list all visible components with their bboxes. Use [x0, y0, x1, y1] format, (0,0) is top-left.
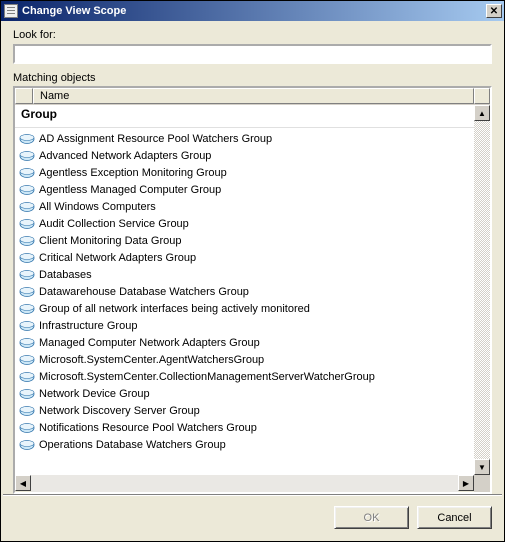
look-for-label: Look for:	[13, 29, 492, 41]
list-item[interactable]: Databases	[15, 266, 490, 283]
list-item-label: Group of all network interfaces being ac…	[39, 303, 310, 315]
list-item[interactable]: Network Discovery Server Group	[15, 402, 490, 419]
list-item[interactable]: Agentless Exception Monitoring Group	[15, 164, 490, 181]
group-icon	[19, 422, 35, 434]
list-item-label: Notifications Resource Pool Watchers Gro…	[39, 422, 257, 434]
list-item[interactable]: Microsoft.SystemCenter.AgentWatchersGrou…	[15, 351, 490, 368]
window-title: Change View Scope	[22, 5, 486, 17]
scrollbar-corner	[474, 475, 490, 492]
scroll-right-button[interactable]: ▶	[458, 475, 474, 491]
app-icon	[4, 4, 18, 18]
list-item[interactable]: Managed Computer Network Adapters Group	[15, 334, 490, 351]
group-icon	[19, 252, 35, 264]
matching-objects-label: Matching objects	[13, 72, 492, 84]
column-header-spacer	[474, 88, 490, 104]
list-item[interactable]: Notifications Resource Pool Watchers Gro…	[15, 419, 490, 436]
list-item[interactable]: Network Device Group	[15, 385, 490, 402]
list-item[interactable]: Audit Collection Service Group	[15, 215, 490, 232]
rows-container: AD Assignment Resource Pool Watchers Gro…	[15, 130, 490, 453]
list-item-label: Microsoft.SystemCenter.CollectionManagem…	[39, 371, 375, 383]
group-icon	[19, 303, 35, 315]
group-icon	[19, 388, 35, 400]
scroll-left-button[interactable]: ◀	[15, 475, 31, 491]
list-item[interactable]: AD Assignment Resource Pool Watchers Gro…	[15, 130, 490, 147]
list-item-label: All Windows Computers	[39, 201, 156, 213]
list-item-label: Databases	[39, 269, 92, 281]
group-icon	[19, 218, 35, 230]
list-item[interactable]: All Windows Computers	[15, 198, 490, 215]
list-item-label: Audit Collection Service Group	[39, 218, 189, 230]
group-icon	[19, 405, 35, 417]
group-icon	[19, 371, 35, 383]
column-header-name[interactable]: Name	[33, 88, 474, 104]
list-item[interactable]: Client Monitoring Data Group	[15, 232, 490, 249]
group-icon	[19, 269, 35, 281]
close-icon: ✕	[490, 6, 498, 17]
list-item-label: Client Monitoring Data Group	[39, 235, 181, 247]
group-icon	[19, 167, 35, 179]
group-icon	[19, 201, 35, 213]
search-input[interactable]	[13, 44, 492, 64]
column-header-row: Name	[15, 88, 490, 105]
group-icon	[19, 150, 35, 162]
list-item-label: Operations Database Watchers Group	[39, 439, 226, 451]
list-body: Group AD Assignment Resource Pool Watche…	[15, 105, 490, 492]
column-header-icon[interactable]	[15, 88, 33, 104]
list-item[interactable]: Agentless Managed Computer Group	[15, 181, 490, 198]
group-icon	[19, 439, 35, 451]
group-icon	[19, 320, 35, 332]
group-icon	[19, 286, 35, 298]
list-item-label: AD Assignment Resource Pool Watchers Gro…	[39, 133, 272, 145]
button-bar: OK Cancel	[1, 496, 504, 541]
hscroll-track[interactable]	[31, 475, 458, 492]
scroll-up-button[interactable]: ▲	[474, 105, 490, 121]
vertical-scrollbar[interactable]: ▲ ▼	[474, 105, 490, 475]
list-item-label: Agentless Managed Computer Group	[39, 184, 221, 196]
list-item[interactable]: Group of all network interfaces being ac…	[15, 300, 490, 317]
list-item-label: Infrastructure Group	[39, 320, 137, 332]
list-item[interactable]: Infrastructure Group	[15, 317, 490, 334]
titlebar: Change View Scope ✕	[1, 1, 504, 21]
list-item-label: Advanced Network Adapters Group	[39, 150, 211, 162]
list-item[interactable]: Operations Database Watchers Group	[15, 436, 490, 453]
horizontal-scrollbar[interactable]: ◀ ▶	[15, 475, 474, 492]
group-icon	[19, 184, 35, 196]
list-item[interactable]: Microsoft.SystemCenter.CollectionManagem…	[15, 368, 490, 385]
column-header-name-label: Name	[40, 90, 69, 102]
list-item[interactable]: Advanced Network Adapters Group	[15, 147, 490, 164]
dialog-content: Look for: Matching objects Name Group AD…	[1, 21, 504, 494]
scroll-down-button[interactable]: ▼	[474, 459, 490, 475]
group-icon	[19, 133, 35, 145]
group-header: Group	[15, 105, 490, 128]
list-item-label: Managed Computer Network Adapters Group	[39, 337, 260, 349]
list-item[interactable]: Datawarehouse Database Watchers Group	[15, 283, 490, 300]
ok-button[interactable]: OK	[334, 506, 409, 529]
list-item-label: Microsoft.SystemCenter.AgentWatchersGrou…	[39, 354, 264, 366]
list-item-label: Network Device Group	[39, 388, 150, 400]
vscroll-track[interactable]	[474, 121, 490, 459]
cancel-button[interactable]: Cancel	[417, 506, 492, 529]
results-list: Name Group AD Assignment Resource Pool W…	[13, 86, 492, 494]
list-item-label: Critical Network Adapters Group	[39, 252, 196, 264]
group-icon	[19, 354, 35, 366]
close-button[interactable]: ✕	[486, 4, 502, 18]
group-icon	[19, 235, 35, 247]
group-icon	[19, 337, 35, 349]
list-item-label: Network Discovery Server Group	[39, 405, 200, 417]
list-item[interactable]: Critical Network Adapters Group	[15, 249, 490, 266]
list-item-label: Agentless Exception Monitoring Group	[39, 167, 227, 179]
list-item-label: Datawarehouse Database Watchers Group	[39, 286, 249, 298]
